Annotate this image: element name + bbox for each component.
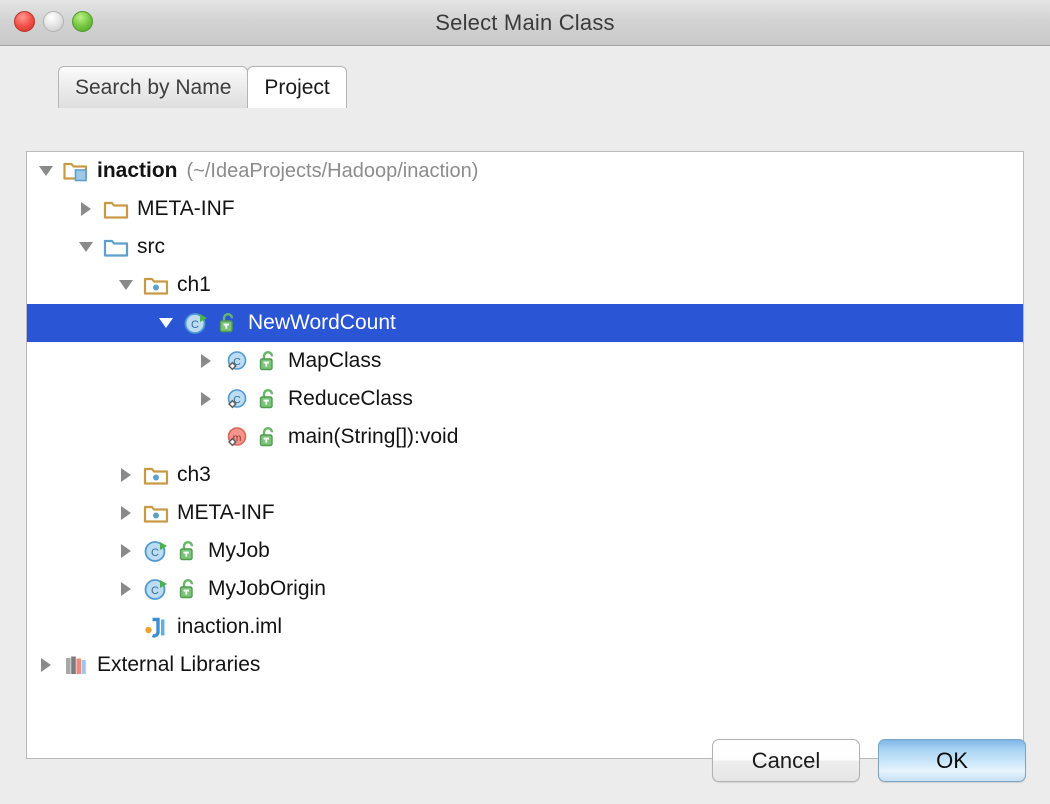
tree-row-label: META-INF — [137, 197, 235, 220]
tree-row[interactable]: C NewWordCount — [27, 304, 1023, 342]
chevron-right-icon[interactable] — [75, 190, 97, 228]
class-runnable-icon: C — [143, 576, 169, 602]
cancel-button[interactable]: Cancel — [712, 739, 860, 782]
chevron-right-icon[interactable] — [195, 342, 217, 380]
unlock-green-icon — [217, 312, 240, 334]
close-button[interactable] — [14, 11, 35, 32]
tree-row-label: MyJobOrigin — [208, 577, 326, 600]
tree-row[interactable]: inaction.iml — [27, 608, 1023, 646]
tree-row[interactable]: External Libraries — [27, 646, 1023, 684]
dialog-content: Search by Name Project inaction (~/IdeaPr… — [0, 46, 1050, 804]
folder-module-icon — [63, 158, 89, 184]
tree-row[interactable]: META-INF — [27, 494, 1023, 532]
inner-class-icon: C — [223, 348, 249, 374]
chevron-right-icon[interactable] — [115, 494, 137, 532]
tree-row-label: ReduceClass — [288, 387, 413, 410]
window-controls — [14, 11, 93, 32]
tree-row[interactable]: inaction (~/IdeaProjects/Hadoop/inaction) — [27, 152, 1023, 190]
chevron-down-icon[interactable] — [155, 304, 177, 342]
tree-row-path: (~/IdeaProjects/Hadoop/inaction) — [186, 159, 479, 182]
chevron-right-icon[interactable] — [35, 646, 57, 684]
window-titlebar: Select Main Class — [0, 0, 1050, 46]
tree-row-label: MapClass — [288, 349, 382, 372]
select-main-class-dialog: Select Main Class Search by Name Project… — [0, 0, 1050, 804]
tree-row-label: META-INF — [177, 501, 275, 524]
window-title: Select Main Class — [435, 9, 615, 35]
method-icon: m — [223, 424, 249, 450]
chevron-down-icon[interactable] — [75, 228, 97, 266]
tree-row[interactable]: ch1 — [27, 266, 1023, 304]
unlock-green-icon — [257, 350, 280, 372]
tree-row[interactable]: META-INF — [27, 190, 1023, 228]
unlock-green-icon — [177, 540, 200, 562]
project-tree-panel[interactable]: inaction (~/IdeaProjects/Hadoop/inaction)… — [26, 151, 1024, 759]
tree-row-label: main(String[]):void — [288, 425, 459, 448]
tree-row[interactable]: C MyJobOrigin — [27, 570, 1023, 608]
chevron-right-icon[interactable] — [195, 380, 217, 418]
ok-button[interactable]: OK — [878, 739, 1026, 782]
svg-text:C: C — [151, 547, 159, 559]
svg-text:C: C — [151, 585, 159, 597]
tree-row[interactable]: ch3 — [27, 456, 1023, 494]
tab-search-by-name[interactable]: Search by Name — [58, 66, 249, 108]
svg-text:C: C — [191, 319, 199, 331]
folder-package-icon — [143, 272, 169, 298]
chevron-right-icon[interactable] — [115, 456, 137, 494]
tab-project[interactable]: Project — [247, 66, 347, 108]
folder-package-icon — [143, 462, 169, 488]
tree-row[interactable]: m main(String[]):void — [27, 418, 1023, 456]
dialog-button-bar: Cancel OK — [712, 739, 1026, 782]
chevron-right-icon[interactable] — [115, 532, 137, 570]
unlock-green-icon — [257, 388, 280, 410]
external-libraries-icon — [63, 652, 89, 678]
folder-plain-icon — [103, 196, 129, 222]
maximize-button[interactable] — [72, 11, 93, 32]
unlock-green-icon — [257, 426, 280, 448]
tree-row-label: ch3 — [177, 463, 211, 486]
folder-package-icon — [143, 500, 169, 526]
tree-row-label: External Libraries — [97, 653, 261, 676]
chevron-down-icon[interactable] — [115, 266, 137, 304]
folder-source-root-icon — [103, 234, 129, 260]
tree-row-label: src — [137, 235, 165, 258]
tree-row-label: NewWordCount — [248, 311, 396, 334]
tree-row-label: inaction.iml — [177, 615, 283, 638]
tree-row[interactable]: C MapClass — [27, 342, 1023, 380]
tree-row[interactable]: src — [27, 228, 1023, 266]
iml-file-icon — [143, 614, 169, 640]
project-tree: inaction (~/IdeaProjects/Hadoop/inaction)… — [27, 152, 1023, 684]
tree-row[interactable]: C ReduceClass — [27, 380, 1023, 418]
tab-bar: Search by Name Project — [58, 64, 347, 108]
tree-row-label: MyJob — [208, 539, 270, 562]
unlock-green-icon — [177, 578, 200, 600]
chevron-down-icon[interactable] — [35, 152, 57, 190]
tree-row[interactable]: C MyJob — [27, 532, 1023, 570]
tree-row-label: ch1 — [177, 273, 211, 296]
class-runnable-icon: C — [183, 310, 209, 336]
chevron-right-icon[interactable] — [115, 570, 137, 608]
inner-class-icon: C — [223, 386, 249, 412]
tree-row-label: inaction — [97, 159, 178, 182]
minimize-button[interactable] — [43, 11, 64, 32]
class-runnable-icon: C — [143, 538, 169, 564]
